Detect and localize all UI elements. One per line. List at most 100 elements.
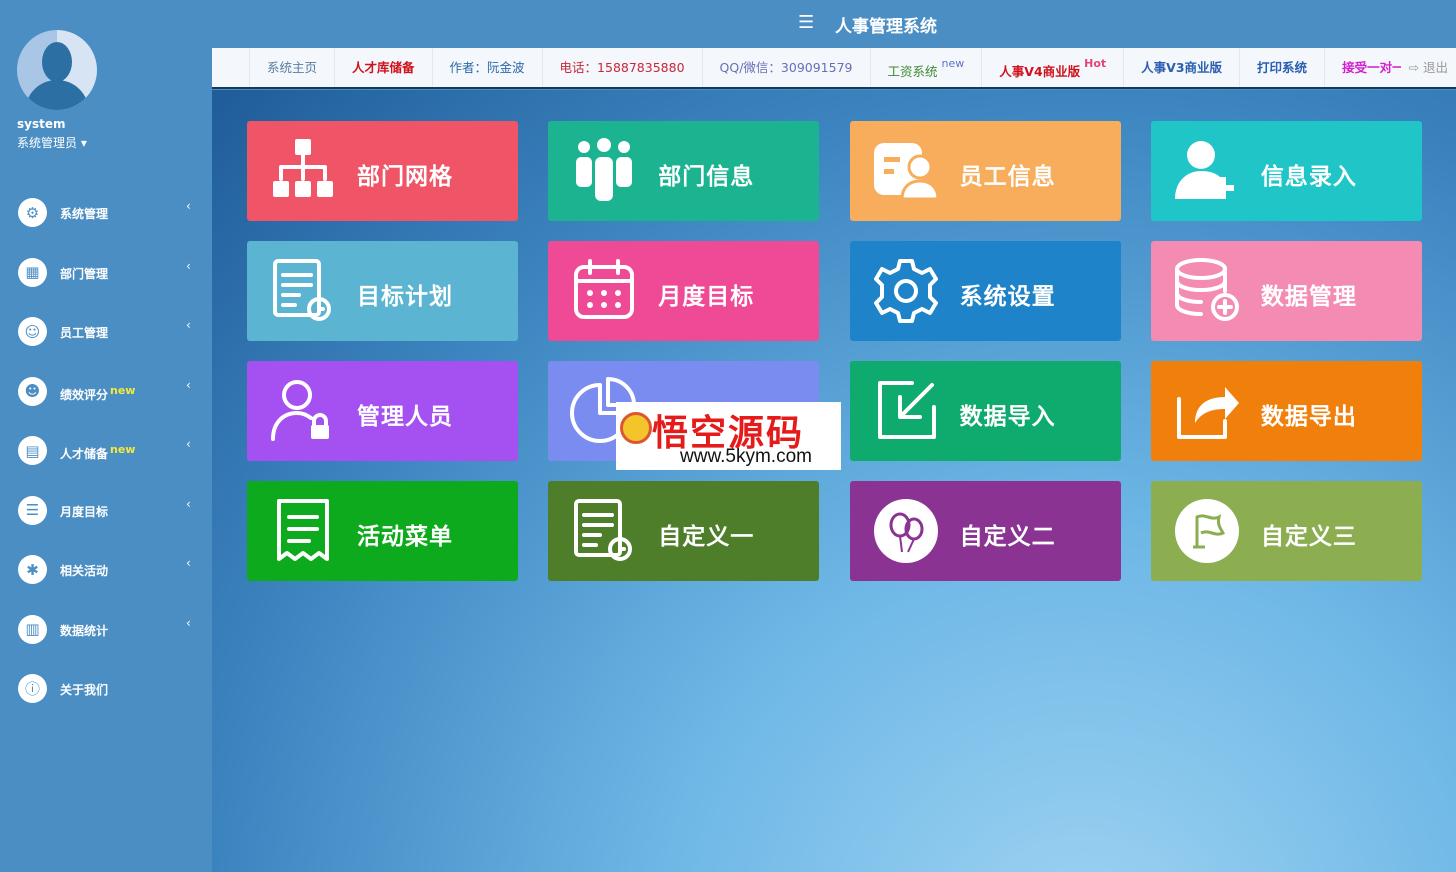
- id-card-icon: ▤: [18, 436, 47, 465]
- nav-link[interactable]: 人才库储备: [335, 48, 433, 87]
- sidebar-item[interactable]: ☻ 绩效评分 new ‹: [0, 364, 212, 424]
- calendar-icon: [574, 259, 635, 319]
- sidebar-item[interactable]: ▥ 数据统计 ‹: [0, 602, 212, 662]
- avatar[interactable]: [17, 30, 97, 110]
- header: ☰ 人事管理系统: [212, 0, 1456, 48]
- gear-icon: [873, 259, 938, 323]
- user-role-dropdown[interactable]: 系统管理员 ▾: [17, 134, 87, 151]
- nav-link[interactable]: 电话：15887835880: [543, 48, 703, 87]
- nav-link[interactable]: 工资系统new: [871, 48, 983, 87]
- employee-card-icon: [873, 143, 940, 201]
- running-icon: ✱: [18, 555, 47, 584]
- tile-label: 员工信息: [959, 163, 1056, 190]
- users-icon: ☺: [18, 317, 47, 346]
- tile-1[interactable]: 部门网格: [247, 121, 518, 221]
- tile-15[interactable]: 自定义二: [849, 481, 1121, 581]
- tile-label: 目标计划: [357, 283, 453, 310]
- tile-7[interactable]: 系统设置: [849, 241, 1121, 341]
- sidebar-item[interactable]: ⚙ 系统管理 ‹: [0, 185, 212, 245]
- checklist-clock-icon: [574, 499, 633, 561]
- database-add-icon: [1174, 258, 1239, 321]
- sidebar: system 系统管理员 ▾ ⚙ 系统管理 ‹ ▦ 部门管理 ‹ ☺ 员工管理 ‹ ☻ 绩效评分 ne…: [0, 0, 212, 872]
- watermark-logo: 悟空源码 www.5kym.com: [616, 402, 841, 470]
- sidebar-item-label: 相关活动: [60, 564, 109, 578]
- new-badge: new: [110, 443, 136, 456]
- user-lock-icon: [271, 380, 329, 441]
- nav-link[interactable]: 人事V4商业版Hot: [982, 48, 1125, 87]
- tile-12[interactable]: 数据导出: [1150, 361, 1422, 461]
- nav-link[interactable]: 打印系统: [1240, 48, 1326, 87]
- chevron-left-icon: ‹: [186, 258, 191, 273]
- sidebar-item-label: 部门管理: [60, 266, 109, 281]
- nav-link[interactable]: 人事V3商业版: [1124, 48, 1241, 87]
- sidebar-item[interactable]: ☰ 月度目标 ‹: [0, 483, 212, 543]
- sidebar-item-label: 月度目标: [60, 504, 109, 519]
- tile-3[interactable]: 员工信息: [849, 121, 1121, 221]
- sidebar-item-label: 员工管理: [60, 326, 109, 340]
- tile-label: 自定义二: [959, 523, 1056, 550]
- sidebar-item[interactable]: ☺ 员工管理 ‹: [0, 304, 212, 364]
- user-name: system: [17, 117, 66, 131]
- logout-button[interactable]: ⇨ 退出: [1400, 48, 1456, 87]
- top-nav: 系统主页 人才库储备 作者：阮金波 电话：15887835880 QQ/微信：30909…: [212, 48, 1456, 89]
- flag-icon: [1174, 499, 1239, 563]
- tile-2[interactable]: 部门信息: [548, 121, 820, 221]
- bar-chart-icon: ▥: [18, 614, 47, 644]
- chevron-left-icon: ‹: [186, 437, 191, 451]
- team-icon: [576, 138, 633, 201]
- tile-11[interactable]: 数据导入: [849, 361, 1121, 461]
- sidebar-item[interactable]: ▤ 人才储备 new ‹: [0, 423, 212, 483]
- receipt-icon: [277, 499, 329, 561]
- balloons-icon: [873, 499, 938, 563]
- tile-label: 信息录入: [1260, 163, 1357, 190]
- monkey-logo-icon: [620, 412, 652, 444]
- tile-label: 部门网格: [357, 163, 453, 190]
- org-chart-icon: [273, 139, 333, 197]
- tile-13[interactable]: 活动菜单: [247, 481, 518, 581]
- gear-icon: ⚙: [18, 198, 47, 227]
- tile-6[interactable]: 月度目标: [548, 241, 820, 341]
- sidebar-item-label: 绩效评分: [60, 387, 109, 402]
- sidebar-item[interactable]: ✱ 相关活动 ‹: [0, 542, 212, 602]
- nav-link[interactable]: 系统主页: [250, 48, 336, 87]
- tile-label: 系统设置: [959, 283, 1056, 310]
- smile-icon: ☻: [18, 376, 47, 406]
- page-title: 人事管理系统: [835, 17, 937, 37]
- chevron-left-icon: ‹: [186, 496, 191, 511]
- grid-icon: ▦: [18, 257, 47, 287]
- import-icon: [877, 381, 936, 439]
- tile-5[interactable]: 目标计划: [247, 241, 518, 341]
- tile-4[interactable]: 信息录入: [1150, 121, 1422, 221]
- list-icon: ☰: [18, 495, 47, 525]
- chevron-left-icon: ‹: [186, 556, 191, 570]
- sidebar-item-label: 人才储备: [60, 447, 109, 461]
- chevron-left-icon: ‹: [186, 199, 191, 213]
- chevron-left-icon: ‹: [186, 318, 191, 332]
- tile-label: 管理人员: [357, 403, 453, 430]
- tile-label: 数据导出: [1260, 403, 1357, 430]
- nav-link[interactable]: QQ/微信：309091579: [703, 48, 871, 87]
- chevron-left-icon: ‹: [186, 377, 191, 392]
- sidebar-item-label: 系统管理: [60, 207, 109, 221]
- tile-label: 数据导入: [959, 403, 1056, 430]
- tile-9[interactable]: 管理人员: [247, 361, 518, 461]
- tile-label: 自定义一: [658, 523, 755, 550]
- sidebar-item-label: 数据统计: [60, 623, 109, 638]
- checklist-clock-icon: [273, 259, 331, 321]
- info-icon: ⓘ: [18, 674, 47, 703]
- tile-label: 活动菜单: [357, 523, 453, 550]
- sidebar-item[interactable]: ▦ 部门管理 ‹: [0, 245, 212, 305]
- badge: Hot: [1084, 57, 1107, 70]
- tile-label: 部门信息: [658, 163, 755, 190]
- tile-14[interactable]: 自定义一: [548, 481, 820, 581]
- nav-link[interactable]: 作者：阮金波: [433, 48, 543, 87]
- tile-8[interactable]: 数据管理: [1150, 241, 1422, 341]
- tile-label: 自定义三: [1260, 523, 1357, 550]
- user-add-icon: [1174, 141, 1234, 199]
- sidebar-item-label: 关于我们: [60, 683, 109, 697]
- tile-16[interactable]: 自定义三: [1150, 481, 1422, 581]
- sidebar-menu: ⚙ 系统管理 ‹ ▦ 部门管理 ‹ ☺ 员工管理 ‹ ☻ 绩效评分 new ‹ ▤ 人才储备 new ‹ ☰ 月度目…: [0, 185, 212, 721]
- chevron-left-icon: ‹: [186, 615, 191, 630]
- hamburger-icon[interactable]: ☰: [798, 12, 814, 33]
- sidebar-item[interactable]: ⓘ 关于我们: [0, 661, 212, 721]
